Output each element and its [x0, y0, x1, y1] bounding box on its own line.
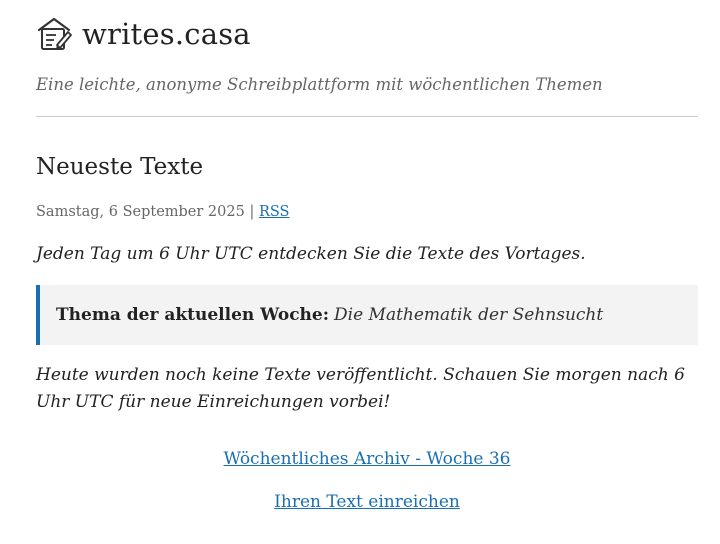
page-title: Neueste Texte [36, 154, 204, 180]
weekly-theme-box: Thema der aktuellen Woche: Die Mathemati… [36, 285, 698, 345]
pencil-note-icon[interactable] [36, 16, 72, 52]
archive-link-row: Wöchentliches Archiv - Woche 36 [36, 449, 698, 469]
rss-link[interactable]: RSS [259, 204, 290, 220]
theme-value: Die Mathematik der Sehnsucht [334, 305, 604, 325]
meta-separator: | [244, 204, 259, 220]
empty-state-message: Heute wurden noch keine Texte veröffentl… [36, 365, 685, 412]
date-text: Samstag, 6 September 2025 [36, 204, 245, 220]
submit-text-link[interactable]: Ihren Text einreichen [274, 492, 460, 512]
site-tagline: Eine leichte, anonyme Schreibplattform m… [36, 75, 603, 94]
site-title[interactable]: writes.casa [82, 17, 251, 51]
date-line: Samstag, 6 September 2025 | RSS [36, 204, 289, 220]
intro-text: Jeden Tag um 6 Uhr UTC entdecken Sie die… [36, 244, 586, 264]
header-divider [36, 116, 698, 117]
weekly-archive-link[interactable]: Wöchentliches Archiv - Woche 36 [224, 449, 511, 469]
site-header: writes.casa [36, 14, 251, 54]
submit-link-row: Ihren Text einreichen [36, 492, 698, 512]
theme-label: Thema der aktuellen Woche: [56, 305, 330, 325]
